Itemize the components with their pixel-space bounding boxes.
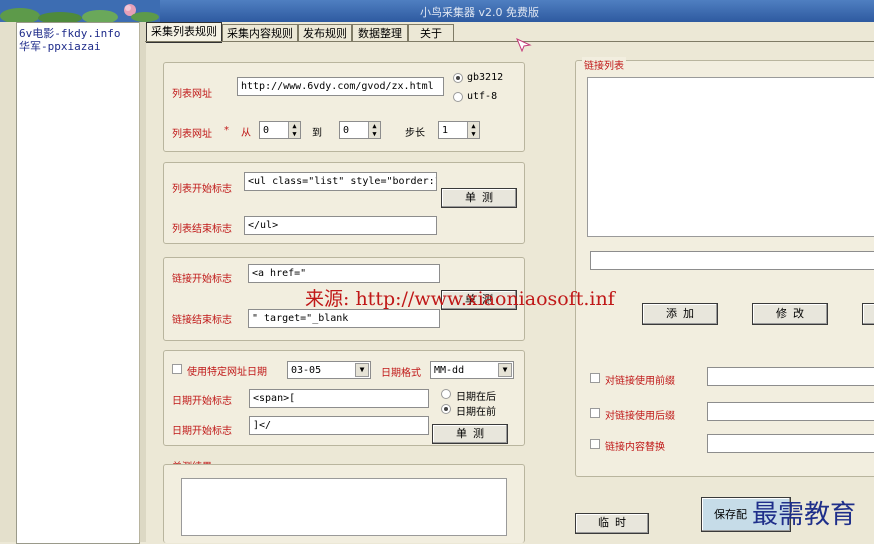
from-label: 从 <box>241 128 251 139</box>
step-label: 步长 <box>405 128 425 139</box>
site-list[interactable]: 6v电影-fkdy.info 华军-ppxiazai <box>16 22 140 544</box>
window-title: 小鸟采集器 v2.0 免费版 <box>420 6 539 19</box>
date-format-select[interactable]: MM-dd ▼ <box>430 361 514 379</box>
date-end-label: 日期开始标志 <box>172 426 232 437</box>
link-list-label: 链接列表 <box>582 57 626 72</box>
to-label: 到 <box>312 128 322 139</box>
edit-button-label: 修改 <box>776 307 810 320</box>
gb3212-radio[interactable] <box>453 73 463 83</box>
left-edge <box>0 22 16 542</box>
replace-input[interactable] <box>707 434 874 453</box>
list-test-button[interactable]: 单测 <box>441 188 517 208</box>
title-bar: 小鸟采集器 v2.0 免费版 <box>0 0 874 22</box>
date-format-value: MM-dd <box>434 365 465 376</box>
suffix-label: 对链接使用后缀 <box>605 411 675 422</box>
tab-divider <box>145 41 874 42</box>
date-value: 03-05 <box>291 365 322 376</box>
step-value: 1 <box>442 125 449 136</box>
date-after-radio[interactable] <box>441 389 451 399</box>
date-select[interactable]: 03-05 ▼ <box>287 361 371 379</box>
tab-content-rules[interactable]: 采集内容规则 <box>222 24 298 42</box>
replace-label: 链接内容替换 <box>605 442 665 453</box>
date-start-label: 日期开始标志 <box>172 396 232 407</box>
link-start-label: 链接开始标志 <box>172 274 232 285</box>
list-end-input[interactable]: </ul> <box>244 216 437 235</box>
to-value: 0 <box>343 125 350 136</box>
delete-button-partial[interactable] <box>862 303 874 325</box>
list-start-label: 列表开始标志 <box>172 184 232 195</box>
list-url-input[interactable]: http://www.6vdy.com/gvod/zx.html <box>237 77 444 96</box>
prefix-checkbox[interactable] <box>590 373 600 383</box>
date-format-label: 日期格式 <box>381 368 421 379</box>
chevron-down-icon[interactable]: ▼ <box>355 363 369 377</box>
corner-watermark: 最需教育 <box>752 500 857 530</box>
date-end-input[interactable]: ]</ <box>249 416 429 435</box>
range-label: 列表网址 <box>172 129 212 140</box>
spin-icon[interactable]: ▲ ▼ <box>288 122 300 138</box>
cursor-icon <box>516 38 532 52</box>
date-start-input[interactable]: <span>[ <box>249 389 429 408</box>
utf8-radio[interactable] <box>453 92 463 102</box>
temp-button[interactable]: 临时 <box>575 513 649 534</box>
use-date-label: 使用特定网址日期 <box>187 367 267 378</box>
date-before-radio[interactable] <box>441 404 451 414</box>
date-before-label: 日期在前 <box>456 407 496 418</box>
suffix-input[interactable] <box>707 402 874 421</box>
link-list-box[interactable] <box>587 77 874 237</box>
site-item[interactable]: 华军-ppxiazai <box>19 38 101 54</box>
replace-checkbox[interactable] <box>590 439 600 449</box>
link-start-input[interactable]: <a href=" <box>248 264 440 283</box>
date-test-button[interactable]: 单测 <box>432 424 508 444</box>
add-button[interactable]: 添加 <box>642 303 718 325</box>
link-end-label: 链接结束标志 <box>172 315 232 326</box>
edit-button[interactable]: 修改 <box>752 303 828 325</box>
tab-publish-rules[interactable]: 发布规则 <box>298 24 352 42</box>
prefix-input[interactable] <box>707 367 874 386</box>
list-start-input[interactable]: <ul class="list" style="border:1 <box>244 172 437 191</box>
lotus-decoration-icon <box>0 0 160 22</box>
tab-list-rules[interactable]: 采集列表规则 <box>146 22 222 43</box>
spin-icon[interactable]: ▲ ▼ <box>467 122 479 138</box>
result-textarea[interactable] <box>181 478 507 536</box>
date-after-label: 日期在后 <box>456 392 496 403</box>
tab-data-cleanup[interactable]: 数据整理 <box>352 24 408 42</box>
chevron-down-icon[interactable]: ▼ <box>498 363 512 377</box>
from-value: 0 <box>263 125 270 136</box>
required-star: * <box>224 125 229 136</box>
link-end-input[interactable]: " target="_blank <box>248 309 440 328</box>
utf8-label: utf-8 <box>467 91 498 102</box>
link-edit-input[interactable] <box>590 251 874 270</box>
to-stepper[interactable]: 0 ▲ ▼ <box>339 121 381 139</box>
step-stepper[interactable]: 1 ▲ ▼ <box>438 121 480 139</box>
spin-icon[interactable]: ▲ ▼ <box>368 122 380 138</box>
splitter[interactable] <box>139 22 146 542</box>
gb3212-label: gb3212 <box>467 72 504 83</box>
list-end-label: 列表结束标志 <box>172 224 232 235</box>
prefix-label: 对链接使用前缀 <box>605 376 675 387</box>
list-url-label: 列表网址 <box>172 89 212 100</box>
source-watermark: 来源: http://www.xiaoniaosoft.inf <box>305 288 615 310</box>
tab-about[interactable]: 关于 <box>408 24 454 42</box>
use-date-checkbox[interactable] <box>172 364 182 374</box>
suffix-checkbox[interactable] <box>590 408 600 418</box>
from-stepper[interactable]: 0 ▲ ▼ <box>259 121 301 139</box>
